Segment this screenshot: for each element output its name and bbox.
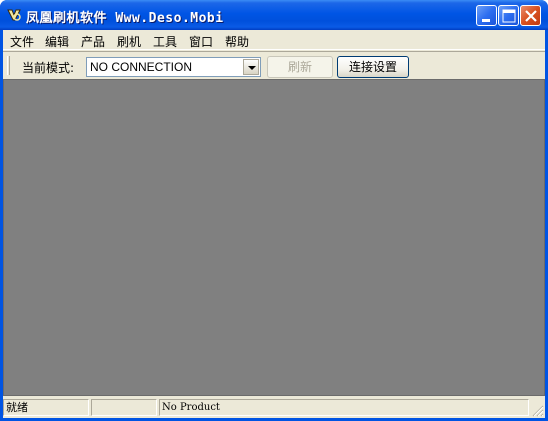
mdi-workspace[interactable] <box>3 79 545 396</box>
toolbar-grip[interactable] <box>7 56 10 75</box>
menu-bar: 文件 编辑 产品 刷机 工具 窗口 帮助 <box>3 30 545 50</box>
maximize-button[interactable] <box>498 5 519 26</box>
phoenix-app-icon <box>7 9 21 21</box>
menu-edit[interactable]: 编辑 <box>45 33 69 50</box>
title-bar[interactable]: 凤凰刷机软件 Www.Deso.Mobi <box>0 0 548 30</box>
window-title: 凤凰刷机软件 Www.Deso.Mobi <box>26 11 224 26</box>
refresh-button[interactable]: 刷新 <box>267 56 333 78</box>
chevron-down-icon <box>248 66 256 70</box>
status-bar: 就绪 No Product <box>3 396 545 418</box>
dropdown-arrow-button[interactable] <box>243 59 259 75</box>
minimize-button[interactable] <box>476 5 497 26</box>
menu-help[interactable]: 帮助 <box>225 33 249 50</box>
toolbar: 当前模式: NO CONNECTION 刷新 连接设置 <box>3 51 545 79</box>
mode-select-value: NO CONNECTION <box>90 60 192 74</box>
close-icon <box>525 10 537 22</box>
close-button[interactable] <box>520 5 541 26</box>
app-window: 凤凰刷机软件 Www.Deso.Mobi 文件 编辑 产品 刷机 工具 窗口 帮… <box>0 0 548 421</box>
connect-settings-button[interactable]: 连接设置 <box>337 56 409 78</box>
status-ready: 就绪 <box>3 399 89 416</box>
status-pane-2 <box>91 399 157 416</box>
minimize-icon <box>482 19 490 22</box>
menu-window[interactable]: 窗口 <box>189 33 213 50</box>
menu-tools[interactable]: 工具 <box>153 33 177 50</box>
mode-select[interactable]: NO CONNECTION <box>86 57 261 77</box>
status-product: No Product <box>159 399 529 416</box>
window-frame: 文件 编辑 产品 刷机 工具 窗口 帮助 当前模式: NO CONNECTION… <box>3 30 545 418</box>
menu-product[interactable]: 产品 <box>81 33 105 50</box>
current-mode-label: 当前模式: <box>22 61 75 75</box>
menu-flash[interactable]: 刷机 <box>117 33 141 50</box>
maximize-icon <box>502 9 516 23</box>
resize-grip-icon[interactable] <box>531 404 544 417</box>
menu-file[interactable]: 文件 <box>10 33 34 50</box>
